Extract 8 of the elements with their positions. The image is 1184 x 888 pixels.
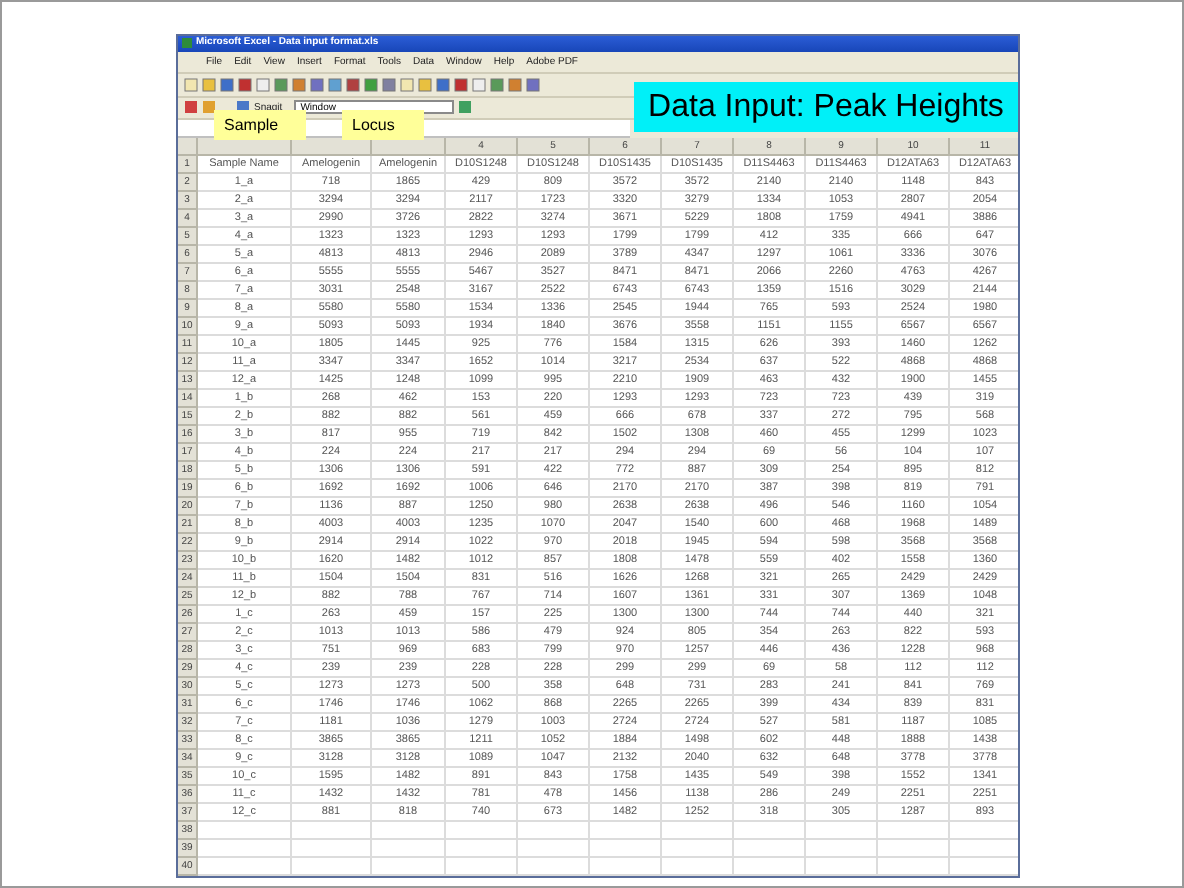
- header-cell[interactable]: [372, 138, 446, 157]
- callout-label: Sample: [214, 110, 306, 140]
- slide-title: Data Input: Peak Heights: [634, 82, 1018, 132]
- callout-label: Locus: [342, 110, 424, 140]
- header-cell[interactable]: [198, 138, 292, 157]
- header-cell[interactable]: [178, 138, 198, 157]
- excel-icon: [182, 38, 192, 49]
- header-cell[interactable]: [292, 138, 372, 157]
